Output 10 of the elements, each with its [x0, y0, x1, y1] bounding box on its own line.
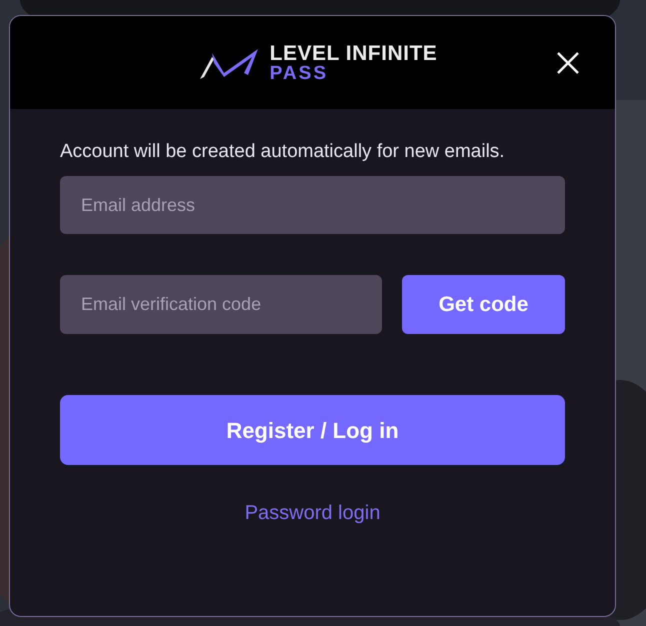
- get-code-button[interactable]: Get code: [402, 275, 565, 334]
- email-field[interactable]: Email address: [60, 176, 565, 234]
- register-login-button[interactable]: Register / Log in: [60, 395, 565, 465]
- notice-text: Account will be created automatically for new emails.: [60, 141, 506, 162]
- logo-subtitle: PASS: [270, 64, 330, 82]
- verification-code-field[interactable]: Email verification code: [60, 275, 382, 334]
- close-button[interactable]: [555, 50, 581, 76]
- password-login-link[interactable]: Password login: [244, 498, 380, 528]
- close-icon: [556, 51, 580, 75]
- logo-title: LEVEL INFINITE: [270, 42, 438, 64]
